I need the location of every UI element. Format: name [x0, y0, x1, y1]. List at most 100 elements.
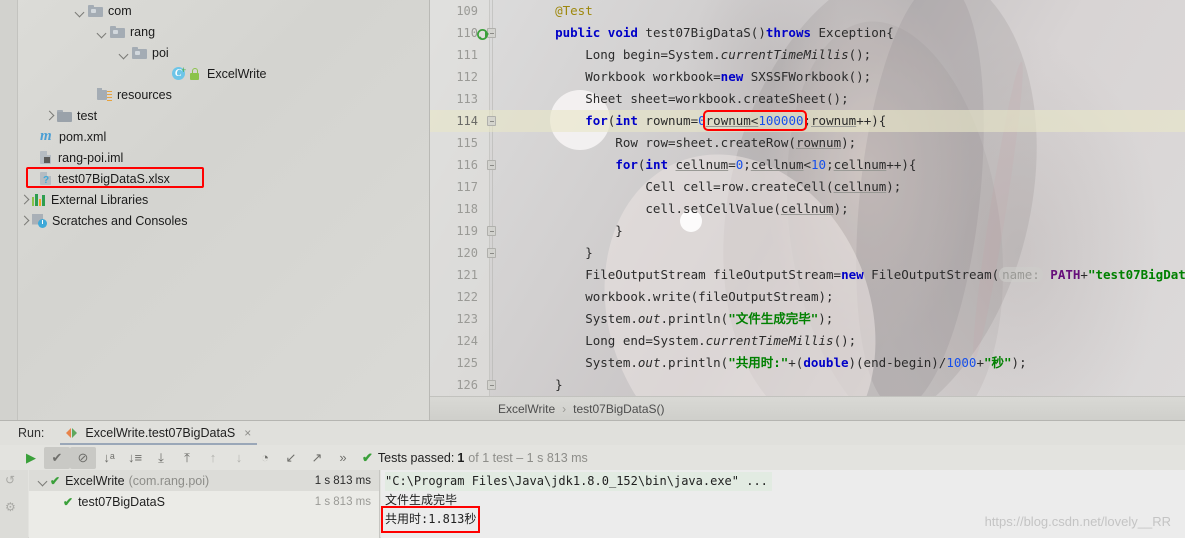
- run-config-icon: [66, 427, 78, 439]
- test-name: test07BigDataS: [78, 494, 165, 509]
- test-results-tree[interactable]: ✔ ExcelWrite (com.rang.poi) 1 s 813 ms ✔ test…: [29, 470, 380, 538]
- run-gutter-icon[interactable]: [477, 26, 490, 40]
- code-line-119[interactable]: 119 }: [430, 220, 1185, 242]
- show-ignored-toggle[interactable]: ⊘: [70, 446, 96, 469]
- fold-marker-icon[interactable]: [487, 380, 496, 390]
- code-line-124[interactable]: 124 Long end=System.currentTimeMillis();: [430, 330, 1185, 352]
- test-duration: 1 s 813 ms: [314, 495, 371, 508]
- code-line-122[interactable]: 122 workbook.write(fileOutputStream);: [430, 286, 1185, 308]
- watermark: https://blog.csdn.net/lovely__RR: [984, 514, 1171, 529]
- line-number: 118: [456, 202, 478, 216]
- code-line-109[interactable]: 109 @Test: [430, 0, 1185, 22]
- code-line-113[interactable]: 113 Sheet sheet=workbook.createSheet();: [430, 88, 1185, 110]
- code-line-117[interactable]: 117 Cell cell=row.createCell(cellnum);: [430, 176, 1185, 198]
- tree-item-rang-poi-iml[interactable]: rang-poi.iml: [18, 147, 429, 168]
- tree-item-test[interactable]: test: [18, 105, 429, 126]
- code-line-118[interactable]: 118 cell.setCellValue(cellnum);: [430, 198, 1185, 220]
- rerun-button[interactable]: ▶: [18, 447, 44, 469]
- chevron-down-icon[interactable]: [96, 26, 108, 38]
- chevron-down-icon[interactable]: [74, 5, 86, 17]
- breadcrumb-method[interactable]: test07BigDataS(): [573, 402, 664, 416]
- iml-file-icon: [40, 150, 53, 165]
- tree-item-resources[interactable]: resources: [18, 84, 429, 105]
- code-editor[interactable]: 109 @Test 110 public void test07BigDataS(…: [430, 0, 1185, 420]
- export-results-button[interactable]: ↗: [304, 447, 330, 469]
- code-text: public void test07BigDataS()throws Excep…: [555, 25, 894, 40]
- code-text: Cell cell=row.createCell(cellnum);: [525, 179, 902, 194]
- run-tab-title: ExcelWrite.test07BigDataS: [85, 426, 236, 440]
- code-content[interactable]: 109 @Test 110 public void test07BigDataS(…: [430, 0, 1185, 420]
- code-text: FileOutputStream fileOutputStream=new Fi…: [525, 267, 1185, 282]
- tree-item-label: poi: [152, 45, 169, 60]
- line-number: 112: [456, 70, 478, 84]
- code-text: for(int rownum=0rownum<100000;rownum++){: [585, 110, 887, 131]
- code-line-112[interactable]: 112 Workbook workbook=new SXSSFWorkbook(…: [430, 66, 1185, 88]
- tree-item-poi[interactable]: poi: [18, 42, 429, 63]
- code-line-110[interactable]: 110 public void test07BigDataS()throws E…: [430, 22, 1185, 44]
- run-tab-bar: Run: ExcelWrite.test07BigDataS ×: [0, 421, 1185, 445]
- fold-marker-icon[interactable]: [487, 160, 496, 170]
- code-line-115[interactable]: 115 Row row=sheet.createRow(rownum);: [430, 132, 1185, 154]
- tree-item-label: rang: [130, 24, 156, 39]
- test-tree-row[interactable]: ✔ ExcelWrite (com.rang.poi) 1 s 813 ms: [29, 470, 379, 491]
- tree-item-pom-xml[interactable]: m pom.xml: [18, 126, 429, 147]
- code-line-121[interactable]: 121 FileOutputStream fileOutputStream=ne…: [430, 264, 1185, 286]
- run-toolbar[interactable]: ▶ ✔ ⊘ ↓ᵃ ↓≡ ⤓ ⤒ ↑ ↓ ◔ ↙ ↗» ✔ Tests passed: 1 of 1 test …: [18, 445, 1185, 470]
- show-passed-toggle[interactable]: ✔: [44, 446, 70, 469]
- rerun-failed-icon[interactable]: ↺: [5, 473, 15, 487]
- run-side-toolbar[interactable]: ↺ ⚙: [0, 470, 28, 538]
- code-line-120[interactable]: 120 }: [430, 242, 1185, 264]
- code-text: System.out.println("文件生成完毕");: [525, 311, 834, 326]
- tree-item-excelwrite[interactable]: C + ExcelWrite: [18, 63, 429, 84]
- toggle-auto-test-icon[interactable]: ⚙: [5, 500, 16, 514]
- project-tree[interactable]: com rang poi C + ExcelWrite resources test m pom.…: [18, 0, 429, 231]
- code-line-114[interactable]: 114 for(int rownum=0rownum<100000;rownum…: [430, 110, 1185, 132]
- line-number: 113: [456, 92, 478, 106]
- run-configuration-tab[interactable]: ExcelWrite.test07BigDataS ×: [60, 421, 258, 445]
- fold-marker-icon[interactable]: [487, 116, 496, 126]
- chevron-down-icon[interactable]: [118, 47, 130, 59]
- collapse-all-button[interactable]: ⤒: [174, 447, 200, 469]
- tree-item-test07bigdatas-xlsx[interactable]: ? test07BigDataS.xlsx: [18, 167, 429, 189]
- lock-icon: [190, 67, 200, 80]
- breadcrumb[interactable]: ExcelWrite › test07BigDataS(): [430, 396, 1185, 420]
- chevron-right-icon[interactable]: [18, 194, 30, 206]
- scratches-icon: [32, 213, 47, 228]
- tree-item-scratches-and-consoles[interactable]: Scratches and Consoles: [18, 210, 429, 231]
- history-button[interactable]: ◔: [252, 447, 278, 469]
- project-tool-window[interactable]: com rang poi C + ExcelWrite resources test m pom.…: [0, 0, 430, 420]
- code-text: }: [525, 245, 593, 260]
- code-line-111[interactable]: 111 Long begin=System.currentTimeMillis(…: [430, 44, 1185, 66]
- tree-item-rang[interactable]: rang: [18, 21, 429, 42]
- close-icon[interactable]: ×: [244, 426, 251, 440]
- code-line-123[interactable]: 123 System.out.println("文件生成完毕");: [430, 308, 1185, 330]
- sort-alphabetically-button[interactable]: ↓ᵃ: [96, 447, 122, 469]
- line-number: 126: [456, 378, 478, 392]
- check-icon: ✔: [50, 473, 61, 488]
- chevron-right-icon[interactable]: [18, 215, 30, 227]
- ide-top-area: com rang poi C + ExcelWrite resources test m pom.…: [0, 0, 1185, 420]
- chevron-right-icon[interactable]: [43, 110, 55, 122]
- tree-item-external-libraries[interactable]: External Libraries: [18, 189, 429, 210]
- next-failed-button[interactable]: ↓: [226, 447, 252, 469]
- breadcrumb-class[interactable]: ExcelWrite: [498, 402, 555, 416]
- fold-marker-icon[interactable]: [487, 226, 496, 236]
- more-button[interactable]: »: [330, 447, 356, 469]
- code-line-126[interactable]: 126 }: [430, 374, 1185, 396]
- code-text: Sheet sheet=workbook.createSheet();: [525, 91, 849, 106]
- fold-marker-icon[interactable]: [487, 248, 496, 258]
- console-line: 文件生成完毕: [385, 491, 1185, 510]
- import-results-button[interactable]: ↙: [278, 447, 304, 469]
- sort-by-duration-button[interactable]: ↓≡: [122, 447, 148, 469]
- expand-all-button[interactable]: ⤓: [148, 447, 174, 469]
- code-line-125[interactable]: 125 System.out.println("共用时:"+(double)(e…: [430, 352, 1185, 374]
- previous-failed-button[interactable]: ↑: [200, 447, 226, 469]
- test-tree-row[interactable]: ✔ test07BigDataS 1 s 813 ms: [29, 491, 379, 512]
- line-number: 115: [456, 136, 478, 150]
- code-line-116[interactable]: 116 for(int cellnum=0;cellnum<10;cellnum…: [430, 154, 1185, 176]
- tree-item-com[interactable]: com: [18, 0, 429, 21]
